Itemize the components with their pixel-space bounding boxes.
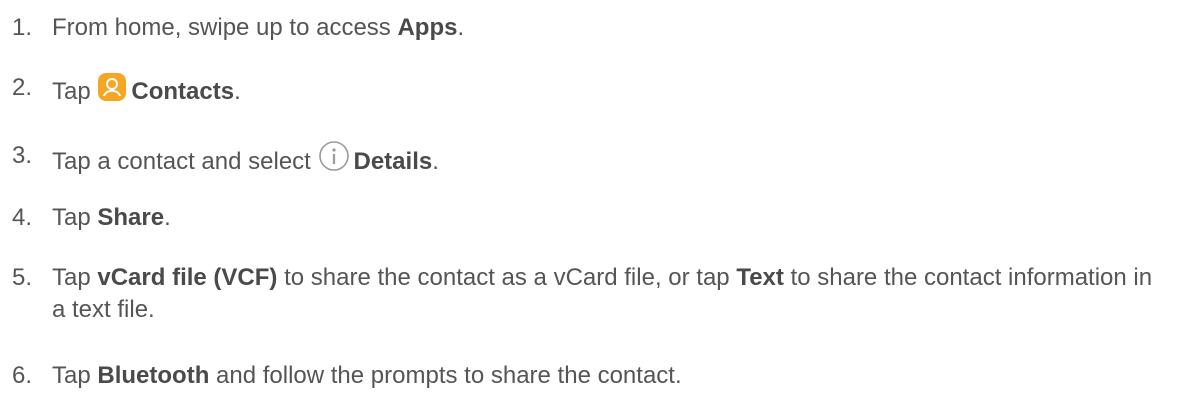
apps-label: Apps xyxy=(397,14,458,41)
details-label: Details xyxy=(353,148,433,175)
text-label: Text xyxy=(736,264,784,291)
step-text: Tap vCard file (VCF) to share the contac… xyxy=(52,264,1153,323)
step-number: 3. xyxy=(12,142,33,169)
step-text: Tap a contact and select Details. xyxy=(52,140,1169,181)
share-label: Share xyxy=(97,204,165,231)
contacts-label: Contacts xyxy=(131,78,235,105)
step-text: Tap Bluetooth and follow the prompts to … xyxy=(52,362,682,389)
info-icon xyxy=(318,140,350,181)
step-text: Tap Contacts. xyxy=(52,72,1169,111)
vcard-label: vCard file (VCF) xyxy=(97,264,278,291)
step-text: Tap Share. xyxy=(52,204,171,231)
step-number: 2. xyxy=(12,74,33,101)
step-number: 6. xyxy=(12,362,33,389)
step-number: 1. xyxy=(12,14,33,41)
step-number: 5. xyxy=(12,264,33,291)
step-text: From home, swipe up to access Apps. xyxy=(52,14,465,41)
step-number: 4. xyxy=(12,204,33,231)
bluetooth-label: Bluetooth xyxy=(97,362,210,389)
contacts-app-icon xyxy=(97,72,127,111)
